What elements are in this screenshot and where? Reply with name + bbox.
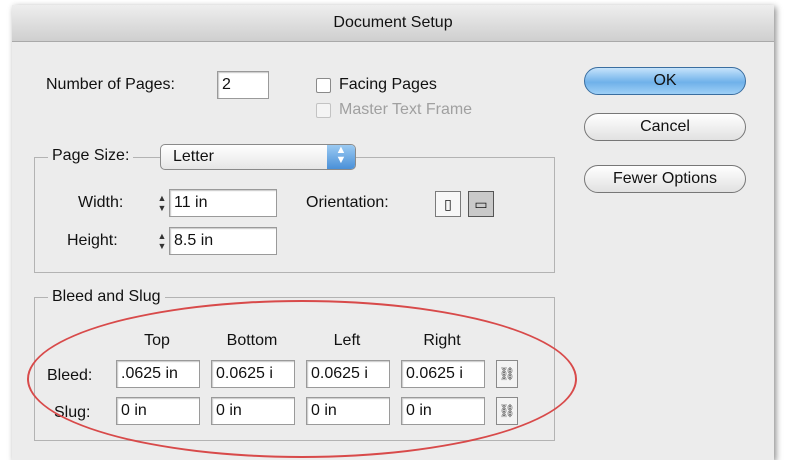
fewer-options-button[interactable]: Fewer Options [584,165,746,193]
number-of-pages-label: Number of Pages: [46,76,175,93]
height-stepper-icon[interactable]: ▲ ▼ [156,231,168,253]
window-title: Document Setup [12,5,774,42]
slug-right-field[interactable]: 0 in [401,397,485,425]
column-left: Left [333,332,361,349]
ok-button[interactable]: OK [584,67,746,95]
page-size-select[interactable]: Letter ▲ ▼ [160,144,356,170]
height-label: Height: [67,232,118,249]
bleed-right-field[interactable]: 0.0625 i [401,360,485,388]
number-of-pages-field[interactable]: 2 [217,71,269,99]
slug-bottom-field[interactable]: 0 in [211,397,295,425]
master-text-frame-label: Master Text Frame [339,101,473,118]
column-right: Right [423,332,461,349]
cancel-button[interactable]: Cancel [584,113,746,141]
height-field[interactable]: 8.5 in [169,227,277,255]
facing-pages-label: Facing Pages [339,76,437,93]
bleed-slug-title: Bleed and Slug [48,288,165,306]
orientation-label: Orientation: [306,194,389,211]
bleed-top-field[interactable]: .0625 in [116,360,200,388]
slug-label: Slug: [54,404,91,421]
slug-left-field[interactable]: 0 in [306,397,390,425]
column-bottom: Bottom [226,332,278,349]
bleed-left-field[interactable]: 0.0625 i [306,360,390,388]
slug-top-field[interactable]: 0 in [116,397,200,425]
width-stepper-icon[interactable]: ▲ ▼ [156,193,168,215]
master-text-frame-checkbox[interactable] [316,103,331,118]
bleed-link-chain-icon[interactable]: ⛓ [496,360,518,388]
facing-pages-checkbox[interactable] [316,78,331,93]
page-size-selected: Letter [173,148,214,165]
column-top: Top [144,332,170,349]
bleed-label: Bleed: [47,367,93,384]
width-label: Width: [78,194,124,211]
document-setup-dialog: Document Setup Number of Pages: 2 Facing… [12,5,774,460]
chevron-updown-icon: ▲ ▼ [327,145,355,169]
slug-link-chain-icon[interactable]: ⛓ [496,397,518,425]
bleed-bottom-field[interactable]: 0.0625 i [211,360,295,388]
portrait-orientation-icon[interactable]: ▯ [435,191,461,217]
page-size-label: Page Size: [48,147,134,165]
landscape-orientation-icon[interactable]: ▭ [468,191,494,217]
width-field[interactable]: 11 in [169,189,277,217]
